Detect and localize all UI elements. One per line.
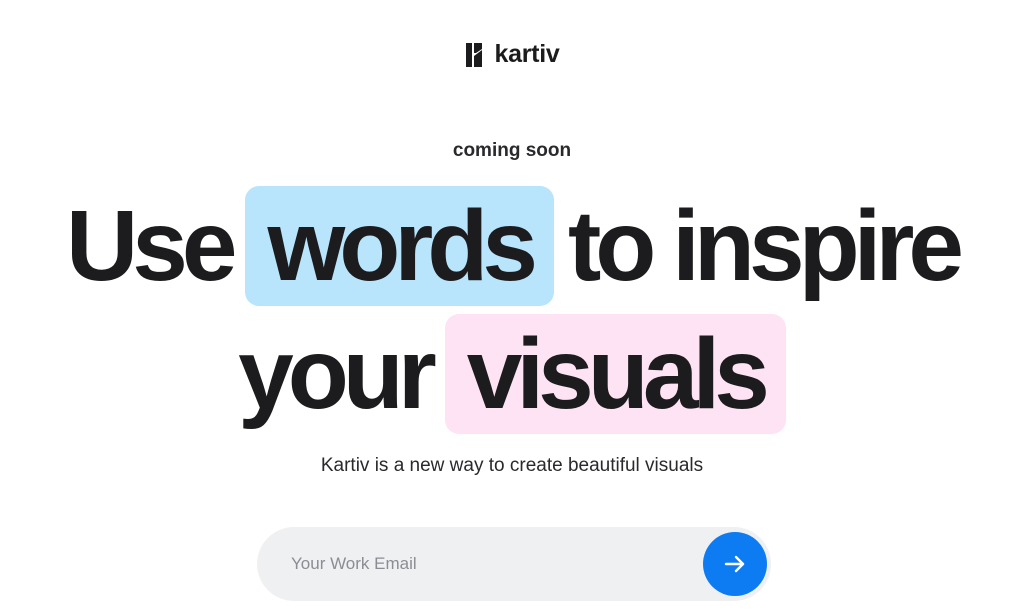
- headline-word-to-inspire: to inspire: [567, 190, 964, 302]
- work-email-input[interactable]: [291, 527, 691, 601]
- coming-soon-label: coming soon: [452, 140, 572, 161]
- email-signup-form: [257, 527, 771, 601]
- headline-word-use: Use: [66, 190, 237, 302]
- brand-name: kartiv: [494, 40, 560, 68]
- headline-word-visuals: visuals: [466, 318, 770, 430]
- highlight-visuals: visuals: [444, 314, 786, 434]
- headline-line-1: Use words to inspire: [0, 186, 1024, 306]
- arrow-right-icon: [724, 555, 745, 573]
- submit-email-button[interactable]: [703, 532, 767, 596]
- headline-line-2: your visuals: [0, 314, 1024, 434]
- brand-logo[interactable]: kartiv: [0, 40, 1024, 69]
- highlight-words: words: [245, 186, 554, 306]
- landing-page: kartiv coming soon Use words to inspire …: [0, 0, 1024, 612]
- kartiv-logo-icon: [465, 42, 482, 67]
- headline-word-your: your: [238, 318, 437, 430]
- headline-word-words: words: [267, 190, 537, 302]
- hero-subtitle: Kartiv is a new way to create beautiful …: [320, 455, 704, 476]
